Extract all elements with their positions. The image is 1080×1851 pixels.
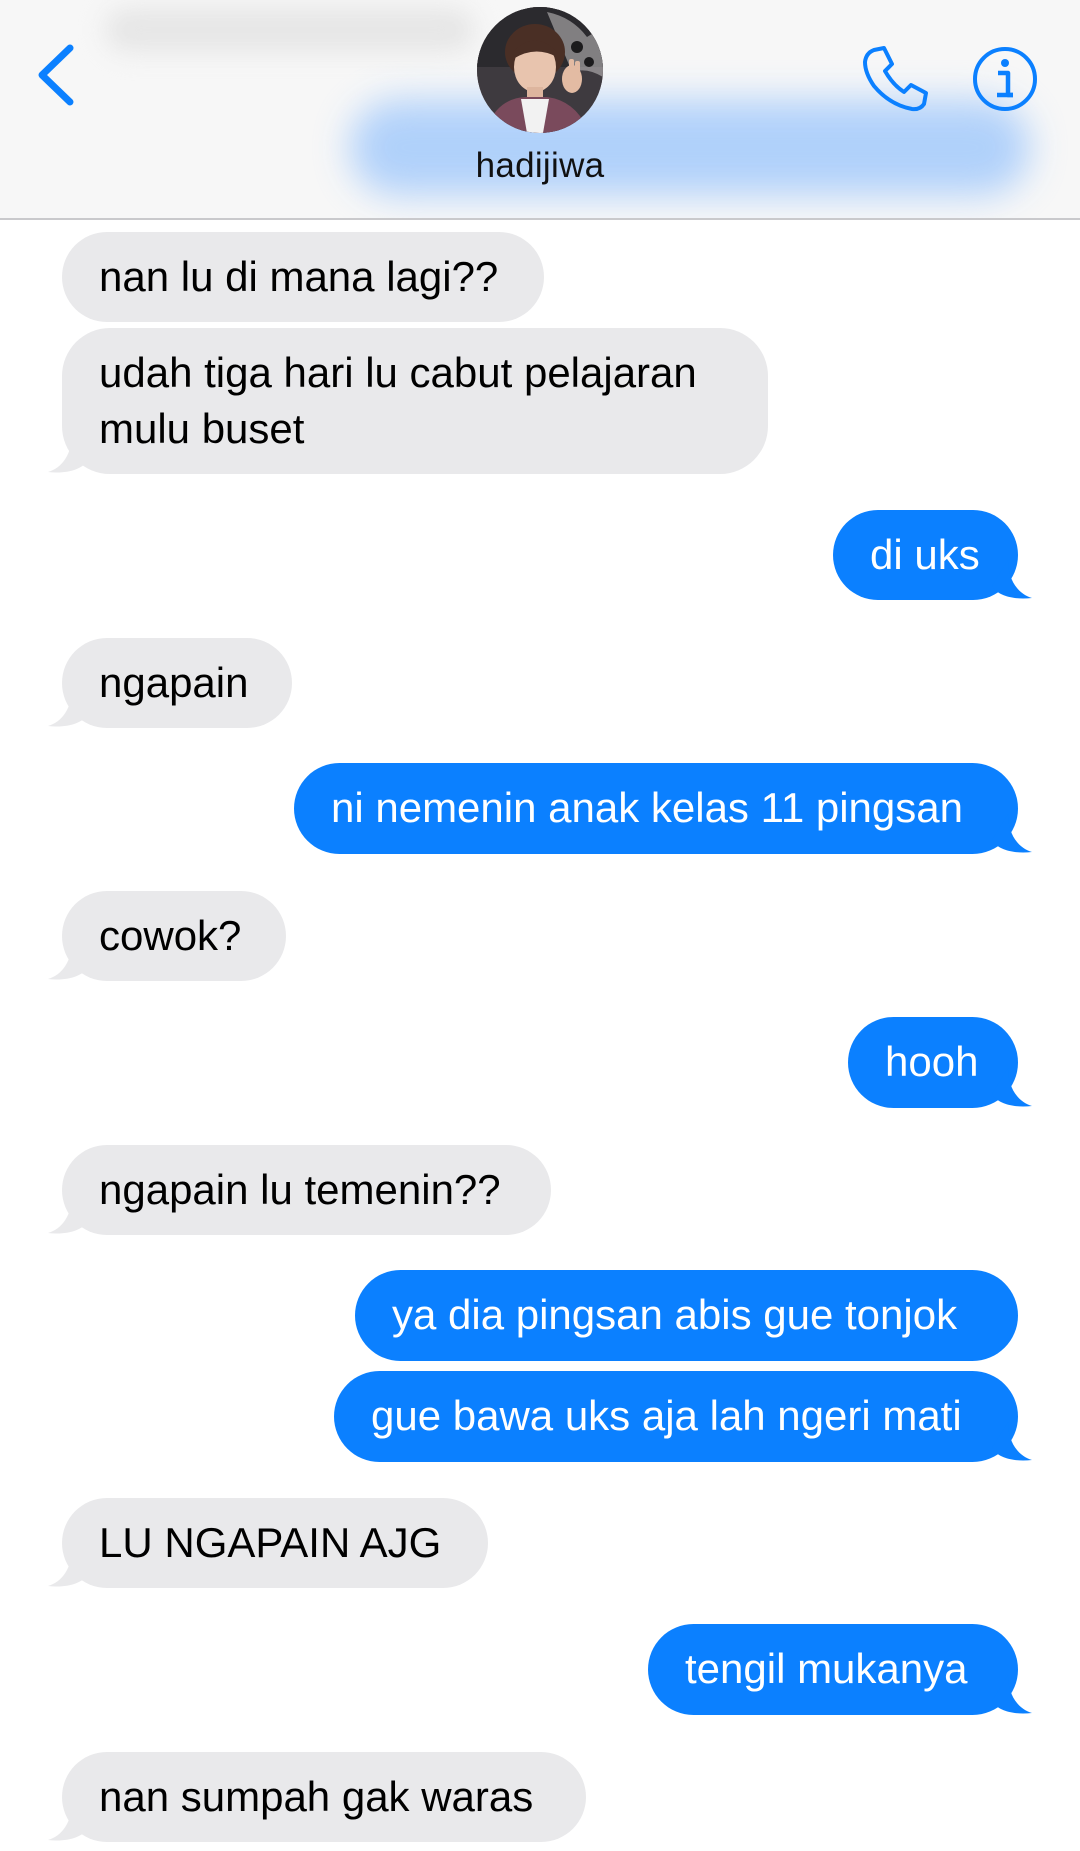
message-text: nan lu di mana lagi?? bbox=[99, 253, 499, 300]
incoming-message[interactable]: ngapain lu temenin?? bbox=[48, 1145, 551, 1235]
bubble-tail bbox=[48, 941, 88, 980]
outgoing-message[interactable]: di uks bbox=[833, 510, 1032, 600]
message-text: LU NGAPAIN AJG bbox=[99, 1519, 442, 1566]
bubble-tail bbox=[48, 1548, 88, 1587]
incoming-message[interactable]: udah tiga hari lu cabut pelajaran mulu b… bbox=[48, 328, 768, 474]
message-text: ngapain lu temenin?? bbox=[99, 1166, 501, 1213]
bubble-tail bbox=[992, 1068, 1032, 1107]
info-icon bbox=[973, 47, 1037, 111]
incoming-message[interactable]: LU NGAPAIN AJG bbox=[48, 1498, 488, 1588]
chat-screen: hadijiwa nan lu di mana lagi?? udah tiga… bbox=[0, 0, 1080, 1851]
message-list: nan lu di mana lagi?? udah tiga hari lu … bbox=[0, 220, 1080, 1851]
avatar-photo bbox=[477, 7, 603, 133]
blurred-status-bar bbox=[105, 8, 475, 52]
bubble-tail bbox=[992, 1422, 1032, 1461]
outgoing-message[interactable]: ni nemenin anak kelas 11 pingsan bbox=[294, 763, 1032, 854]
bubble-tail bbox=[992, 814, 1032, 853]
call-button[interactable] bbox=[860, 42, 932, 114]
message-text-line: mulu buset bbox=[99, 405, 305, 452]
info-button[interactable] bbox=[970, 44, 1040, 114]
outgoing-message[interactable]: ya dia pingsan abis gue tonjok bbox=[355, 1270, 1018, 1361]
incoming-message[interactable]: nan lu di mana lagi?? bbox=[62, 232, 544, 322]
bubble-tail bbox=[48, 434, 88, 473]
contact-name[interactable]: hadijiwa bbox=[390, 146, 690, 186]
message-text: gue bawa uks aja lah ngeri mati bbox=[371, 1392, 962, 1439]
contact-avatar[interactable] bbox=[477, 7, 603, 133]
bubble-tail bbox=[992, 1675, 1032, 1714]
message-text: cowok? bbox=[99, 912, 242, 959]
phone-icon bbox=[863, 46, 928, 112]
incoming-message[interactable]: ngapain bbox=[48, 638, 292, 728]
incoming-message[interactable]: nan sumpah gak waras bbox=[48, 1752, 586, 1842]
message-text: ni nemenin anak kelas 11 pingsan bbox=[331, 784, 963, 831]
outgoing-message[interactable]: gue bawa uks aja lah ngeri mati bbox=[334, 1371, 1032, 1462]
bubble-tail bbox=[48, 688, 88, 727]
bubble-tail bbox=[48, 1802, 88, 1841]
conversation-header: hadijiwa bbox=[0, 0, 1080, 220]
message-text: hooh bbox=[885, 1038, 979, 1085]
message-text: ya dia pingsan abis gue tonjok bbox=[392, 1291, 958, 1338]
chevron-left-icon bbox=[38, 44, 74, 106]
outgoing-message[interactable]: tengil mukanya bbox=[648, 1624, 1032, 1715]
bubble-tail bbox=[992, 560, 1032, 599]
message-text: nan sumpah gak waras bbox=[99, 1773, 534, 1820]
message-text: ngapain bbox=[99, 659, 249, 706]
outgoing-message[interactable]: hooh bbox=[848, 1017, 1032, 1108]
message-text: di uks bbox=[870, 531, 980, 578]
incoming-message[interactable]: cowok? bbox=[48, 891, 286, 981]
back-button[interactable] bbox=[30, 40, 90, 110]
message-text: tengil mukanya bbox=[685, 1645, 968, 1692]
bubble-tail bbox=[48, 1195, 88, 1234]
message-text-line: udah tiga hari lu cabut pelajaran bbox=[99, 349, 697, 396]
